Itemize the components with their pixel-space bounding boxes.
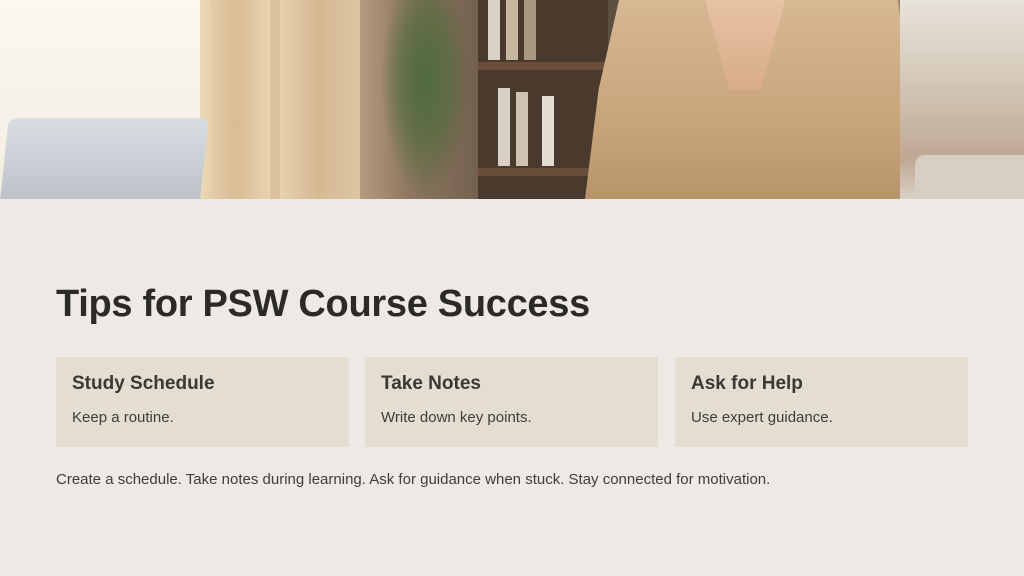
shelf-board	[478, 62, 608, 70]
card-text: Keep a routine.	[72, 409, 174, 426]
slide: Tips for PSW Course Success Study Schedu…	[0, 0, 1024, 576]
plant	[380, 0, 470, 199]
tip-card-ask-for-help: Ask for Help Use expert guidance.	[675, 357, 968, 447]
sofa	[915, 155, 1024, 199]
book	[498, 88, 510, 166]
laptop	[0, 118, 209, 199]
hero-photo	[0, 0, 1024, 199]
card-title: Ask for Help	[691, 373, 803, 394]
book	[506, 0, 518, 60]
card-text: Write down key points.	[381, 409, 532, 426]
slide-title: Tips for PSW Course Success	[56, 283, 590, 325]
tip-card-study-schedule: Study Schedule Keep a routine.	[56, 357, 349, 447]
card-title: Take Notes	[381, 373, 481, 394]
card-text: Use expert guidance.	[691, 409, 833, 426]
tip-cards: Study Schedule Keep a routine. Take Note…	[56, 357, 968, 447]
book	[516, 92, 528, 166]
summary-text: Create a schedule. Take notes during lea…	[56, 471, 771, 488]
book	[542, 96, 554, 166]
curtain	[200, 0, 270, 199]
bookshelf	[478, 0, 608, 199]
book	[488, 0, 500, 60]
curtain	[280, 0, 360, 199]
tip-card-take-notes: Take Notes Write down key points.	[365, 357, 658, 447]
card-title: Study Schedule	[72, 373, 215, 394]
book	[524, 0, 536, 60]
